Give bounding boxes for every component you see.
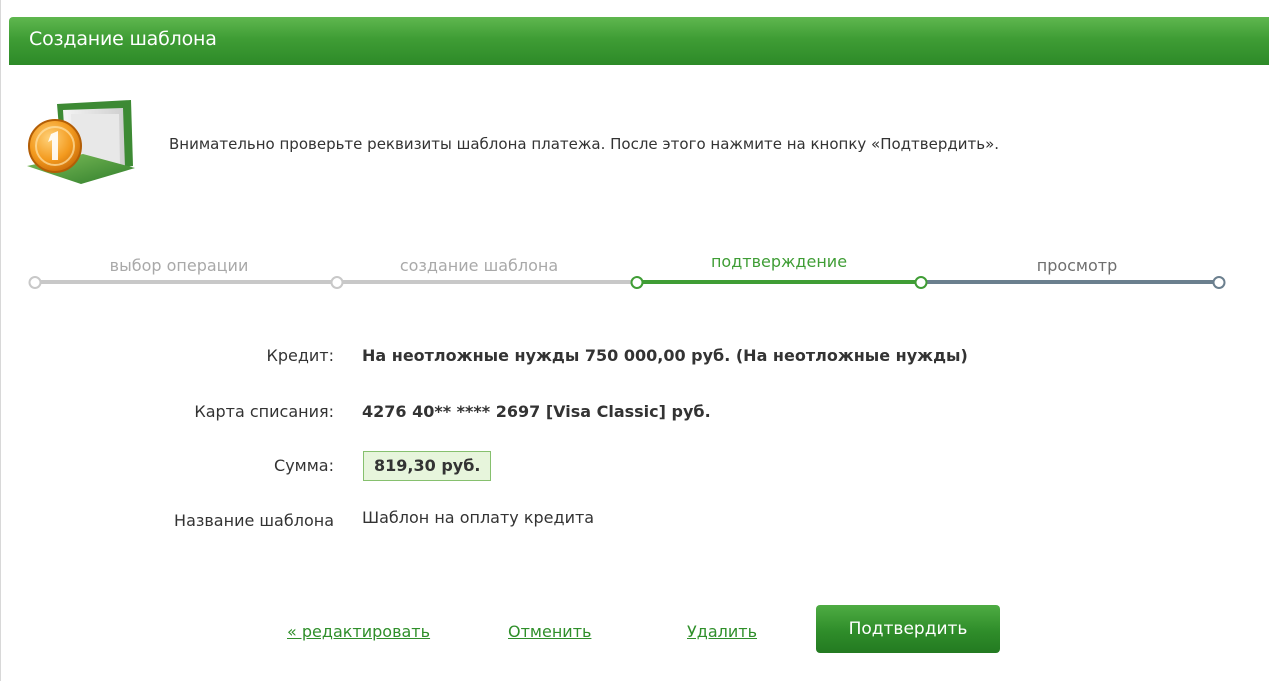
step-line-1 — [35, 280, 337, 284]
template-creation-panel: Создание шаблона Внимательно проверьте р… — [0, 0, 1269, 681]
progress-stepper: выбор операции создание шаблона подтверж… — [27, 250, 1237, 300]
notice-text: Внимательно проверьте реквизиты шаблона … — [169, 135, 1000, 153]
template-name-label: Название шаблона — [174, 511, 334, 530]
folder-coin-icon — [27, 100, 135, 184]
panel-title: Создание шаблона — [29, 28, 217, 50]
step-line-2 — [337, 280, 635, 284]
step-node-3 — [630, 276, 644, 289]
step-confirmation: подтверждение — [710, 252, 848, 271]
amount-value: 819,30 руб. — [363, 451, 492, 481]
edit-link[interactable]: « редактировать — [287, 622, 430, 641]
step-node-2 — [330, 276, 344, 289]
card-label: Карта списания: — [194, 402, 334, 421]
delete-link[interactable]: Удалить — [687, 622, 757, 641]
step-node-4 — [914, 276, 928, 289]
amount-label: Сумма: — [274, 456, 334, 475]
template-name-value: Шаблон на оплату кредита — [362, 508, 595, 527]
panel-header: Создание шаблона — [9, 17, 1269, 65]
step-line-3 — [635, 280, 921, 284]
step-line-4 — [921, 280, 1219, 284]
step-node-5 — [1212, 276, 1226, 289]
step-create-template: создание шаблона — [399, 256, 559, 275]
confirm-button[interactable]: Подтвердить — [816, 605, 1000, 653]
step-node-1 — [28, 276, 42, 289]
step-view: просмотр — [1036, 256, 1118, 275]
credit-value: На неотложные нужды 750 000,00 руб. (На … — [362, 346, 968, 365]
credit-label: Кредит: — [266, 346, 334, 365]
cancel-link[interactable]: Отменить — [508, 622, 591, 641]
card-value: 4276 40** **** 2697 [Visa Classic] руб. — [362, 402, 711, 421]
step-select-operation: выбор операции — [109, 256, 249, 275]
